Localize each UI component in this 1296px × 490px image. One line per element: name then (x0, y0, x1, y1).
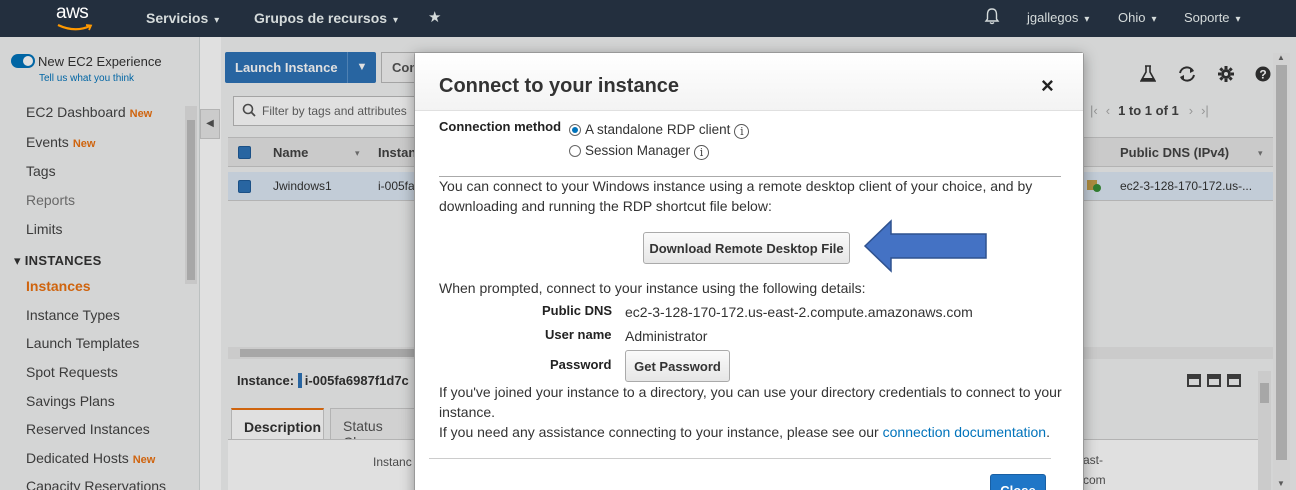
intro-text-line1: You can connect to your Windows instance… (439, 178, 1033, 194)
intro-text-line2: downloading and running the RDP shortcut… (439, 198, 772, 214)
download-rdp-file-button[interactable]: Download Remote Desktop File (643, 232, 850, 264)
password-label: Password (550, 357, 612, 372)
dialog-title: Connect to your instance (439, 75, 680, 97)
footer-divider (429, 458, 1051, 459)
session-manager-label: Session Manager (585, 143, 691, 158)
aws-logo-text: aws (56, 2, 89, 23)
chevron-down-icon: ▾ (393, 15, 399, 26)
region-menu[interactable]: Ohio ▾ (1118, 10, 1157, 25)
info-icon[interactable]: i (694, 145, 710, 160)
aws-smile-icon (57, 24, 93, 31)
close-button[interactable]: Close (990, 474, 1046, 490)
info-icon[interactable]: i (734, 124, 750, 139)
resource-groups-menu[interactable]: Grupos de recursos ▾ (254, 10, 398, 26)
directory-text-line2: instance. (439, 404, 496, 420)
username-label: User name (545, 327, 612, 342)
chevron-down-icon: ▾ (1084, 14, 1090, 25)
username-value: Administrator (625, 328, 708, 344)
user-menu[interactable]: jgallegos ▾ (1027, 10, 1089, 25)
bell-icon[interactable] (984, 7, 1000, 28)
rdp-client-label: A standalone RDP client (585, 122, 731, 137)
user-label: jgallegos (1027, 10, 1079, 25)
session-manager-option[interactable]: Session Manager i (585, 143, 710, 160)
arrow-pointer-icon (863, 219, 987, 273)
services-label: Servicios (146, 10, 209, 26)
directory-text-line1: If you've joined your instance to a dire… (439, 384, 1062, 400)
support-menu[interactable]: Soporte ▾ (1184, 10, 1241, 25)
chevron-down-icon: ▾ (1151, 14, 1157, 25)
pin-icon[interactable]: ★ (428, 8, 441, 26)
assistance-text: If you need any assistance connecting to… (439, 424, 1050, 440)
top-nav: aws Servicios ▾ Grupos de recursos ▾ ★ jga… (0, 0, 1296, 37)
session-manager-radio[interactable] (569, 145, 581, 157)
services-menu[interactable]: Servicios ▾ (146, 10, 219, 26)
rdp-client-option[interactable]: A standalone RDP client i (585, 122, 750, 139)
aws-logo[interactable]: aws (56, 2, 96, 32)
divider (439, 176, 1061, 177)
rdp-client-radio[interactable] (569, 124, 581, 136)
connect-dialog: Connect to your instance × Connection me… (414, 52, 1084, 490)
dialog-header: Connect to your instance × (415, 53, 1083, 111)
chevron-down-icon: ▾ (214, 15, 220, 26)
connection-documentation-link[interactable]: connection documentation (883, 424, 1046, 440)
close-icon[interactable]: × (1041, 73, 1054, 99)
connection-method-label: Connection method (439, 119, 562, 134)
assistance-label: If you need any assistance connecting to… (439, 424, 879, 440)
public-dns-label: Public DNS (542, 303, 613, 318)
support-label: Soporte (1184, 10, 1230, 25)
resource-groups-label: Grupos de recursos (254, 10, 388, 26)
assistance-period: . (1046, 424, 1050, 440)
region-label: Ohio (1118, 10, 1146, 25)
public-dns-value: ec2-3-128-170-172.us-east-2.compute.amaz… (625, 304, 973, 320)
get-password-button[interactable]: Get Password (625, 350, 730, 382)
prompted-text: When prompted, connect to your instance … (439, 280, 866, 296)
chevron-down-icon: ▾ (1235, 14, 1241, 25)
